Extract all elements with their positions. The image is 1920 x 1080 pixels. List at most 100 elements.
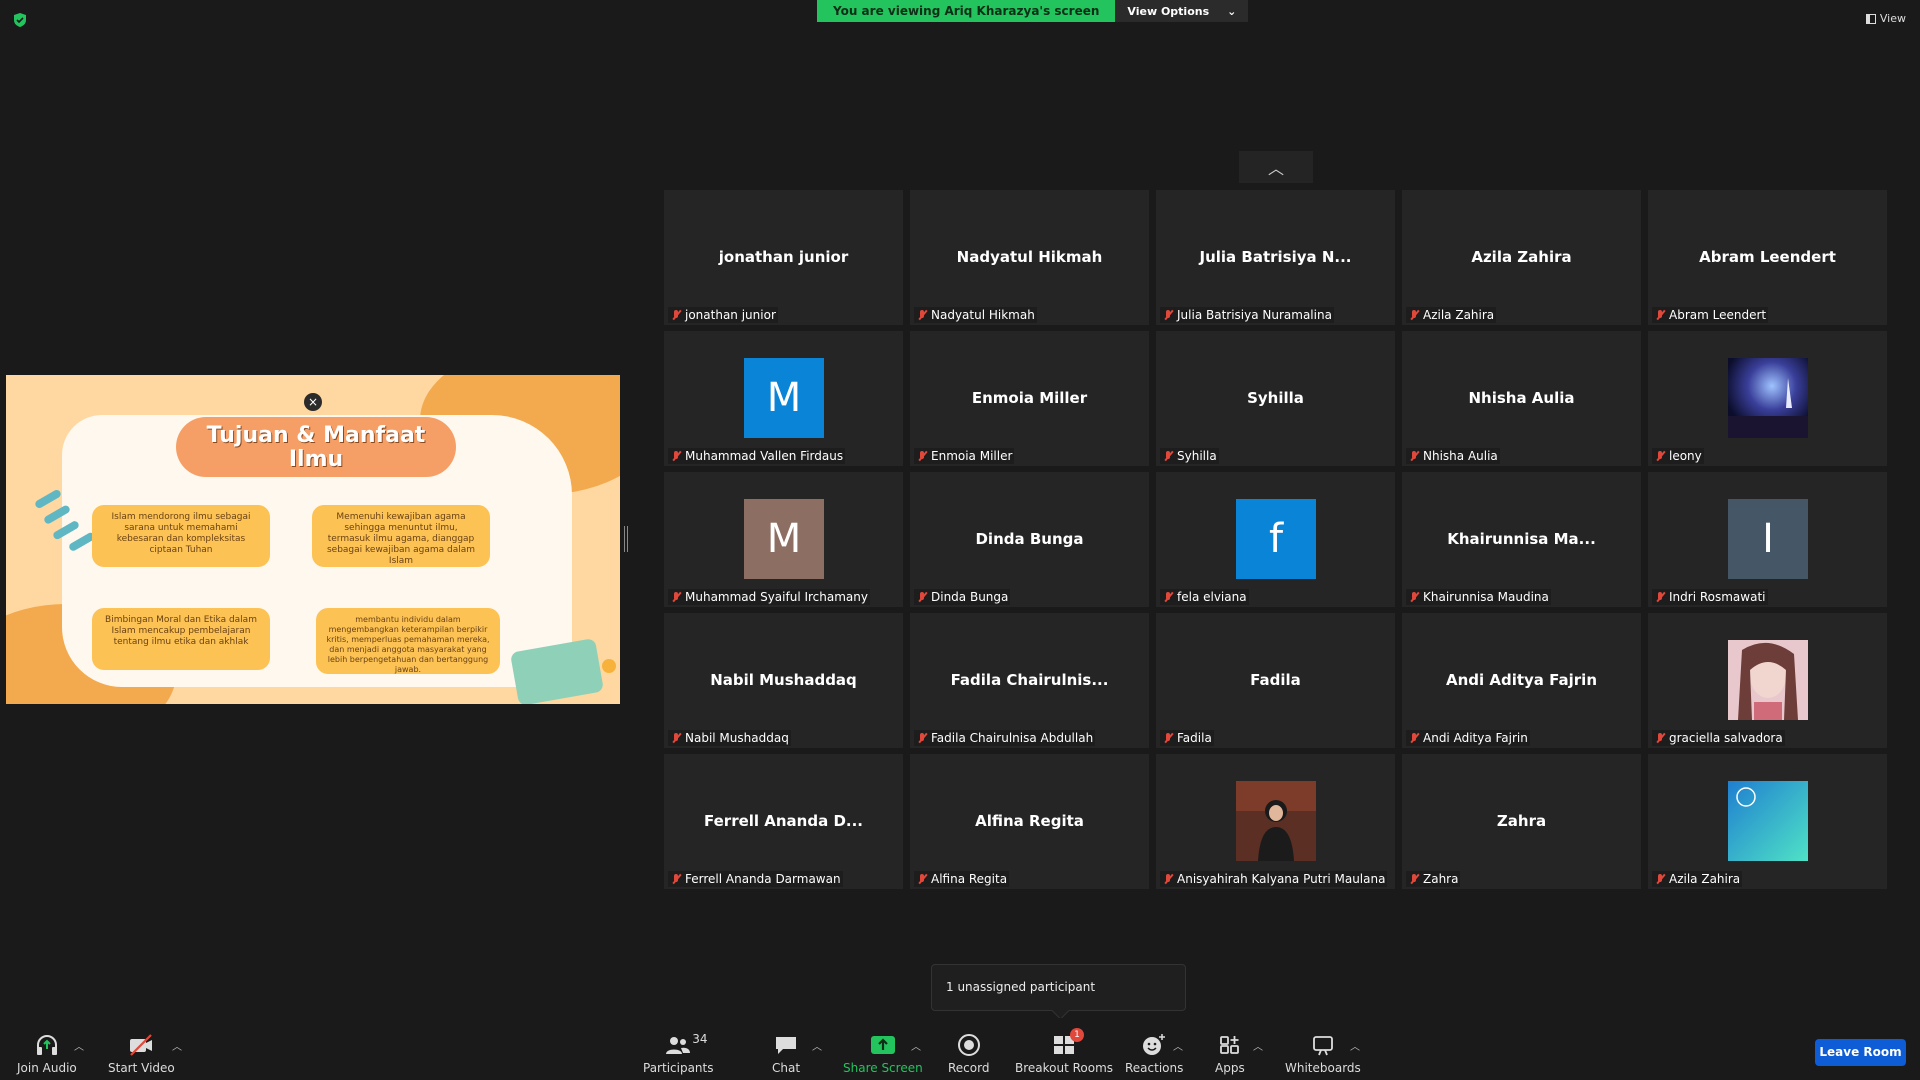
join-audio-label: Join Audio bbox=[17, 1061, 77, 1075]
mic-muted-icon bbox=[916, 873, 928, 885]
mic-muted-icon bbox=[1654, 732, 1666, 744]
participant-tile[interactable]: Ferrell Ananda D... Ferrell Ananda Darmaw… bbox=[664, 754, 903, 889]
participant-tile[interactable]: M Muhammad Syaiful Irchamany bbox=[664, 472, 903, 607]
participant-name-label: Dinda Bunga bbox=[914, 589, 1011, 605]
profile-photo bbox=[1728, 781, 1808, 861]
reactions-label: Reactions bbox=[1125, 1061, 1184, 1075]
whiteboards-label: Whiteboards bbox=[1285, 1061, 1361, 1075]
start-video-button[interactable]: Start Video bbox=[108, 1032, 175, 1075]
split-view-drag-handle[interactable] bbox=[624, 526, 628, 552]
participant-tile[interactable]: Fadila Chairulnis... Fadila Chairulnisa A… bbox=[910, 613, 1149, 748]
profile-photo bbox=[1728, 358, 1808, 438]
participant-tile[interactable]: Nadyatul Hikmah Nadyatul Hikmah bbox=[910, 190, 1149, 325]
participant-name-label: leony bbox=[1652, 448, 1704, 464]
participant-display-name: Azila Zahira bbox=[1471, 248, 1572, 266]
gallery-page-up-button[interactable]: ︿ bbox=[1239, 151, 1313, 183]
participant-tile[interactable]: I Indri Rosmawati bbox=[1648, 472, 1887, 607]
participant-tile[interactable]: leony bbox=[1648, 331, 1887, 466]
participant-name: jonathan junior bbox=[685, 308, 776, 322]
chat-options-caret-icon[interactable]: ︿ bbox=[812, 1038, 822, 1053]
avatar: M bbox=[744, 358, 824, 438]
mic-muted-icon bbox=[1408, 732, 1420, 744]
participant-tile[interactable]: M Muhammad Vallen Firdaus bbox=[664, 331, 903, 466]
participant-display-name: Khairunnisa Ma... bbox=[1447, 530, 1596, 548]
participant-name-label: Nadyatul Hikmah bbox=[914, 307, 1037, 323]
participant-name: fela elviana bbox=[1177, 590, 1247, 604]
participants-label: Participants bbox=[643, 1061, 714, 1075]
participant-name-label: Azila Zahira bbox=[1406, 307, 1497, 323]
participant-tile[interactable]: Nhisha Aulia Nhisha Aulia bbox=[1402, 331, 1641, 466]
participant-tile[interactable]: Alfina Regita Alfina Regita bbox=[910, 754, 1149, 889]
participant-tile[interactable]: Khairunnisa Ma... Khairunnisa Maudina bbox=[1402, 472, 1641, 607]
participant-name-label: Muhammad Vallen Firdaus bbox=[668, 448, 846, 464]
participant-tile[interactable]: jonathan junior jonathan junior bbox=[664, 190, 903, 325]
record-label: Record bbox=[948, 1061, 990, 1075]
headphones-icon bbox=[34, 1032, 60, 1058]
participant-tile[interactable]: graciella salvadora bbox=[1648, 613, 1887, 748]
participant-display-name: Andi Aditya Fajrin bbox=[1445, 671, 1598, 689]
share-options-caret-icon[interactable]: ︿ bbox=[911, 1038, 921, 1053]
security-shield-icon[interactable] bbox=[12, 12, 28, 28]
participant-tile[interactable]: Zahra Zahra bbox=[1402, 754, 1641, 889]
participant-tile[interactable]: Dinda Bunga Dinda Bunga bbox=[910, 472, 1149, 607]
participant-name: graciella salvadora bbox=[1669, 731, 1783, 745]
participant-name-label: fela elviana bbox=[1160, 589, 1249, 605]
unassigned-participant-tooltip[interactable]: 1 unassigned participant bbox=[931, 964, 1186, 1011]
mic-muted-icon bbox=[670, 732, 682, 744]
slide-card: membantu individu dalam mengembangkan ke… bbox=[316, 608, 500, 674]
apps-label: Apps bbox=[1215, 1061, 1245, 1075]
participant-name: Anisyahirah Kalyana Putri Maulana bbox=[1177, 872, 1386, 886]
participant-name: Zahra bbox=[1423, 872, 1459, 886]
view-options-label: View Options bbox=[1127, 4, 1210, 18]
participant-name-label: Alfina Regita bbox=[914, 871, 1010, 887]
participants-button[interactable]: 34 Participants bbox=[643, 1032, 714, 1075]
leave-room-button[interactable]: Leave Room bbox=[1815, 1039, 1906, 1066]
whiteboards-options-caret-icon[interactable]: ︿ bbox=[1350, 1038, 1360, 1053]
participant-name: Ferrell Ananda Darmawan bbox=[685, 872, 841, 886]
participant-name-label: Azila Zahira bbox=[1652, 871, 1743, 887]
mic-muted-icon bbox=[1162, 450, 1174, 462]
shared-screen[interactable]: × Tujuan & Manfaat Ilmu Islam mendorong … bbox=[6, 375, 620, 704]
participant-tile[interactable]: Anisyahirah Kalyana Putri Maulana bbox=[1156, 754, 1395, 889]
participant-tile[interactable]: Enmoia Miller Enmoia Miller bbox=[910, 331, 1149, 466]
participant-tile[interactable]: Nabil Mushaddaq Nabil Mushaddaq bbox=[664, 613, 903, 748]
join-audio-button[interactable]: Join Audio bbox=[17, 1032, 77, 1075]
participant-tile[interactable]: f fela elviana bbox=[1156, 472, 1395, 607]
slide-card: Memenuhi kewajiban agama sehingga menunt… bbox=[312, 505, 490, 567]
view-label: View bbox=[1879, 12, 1906, 25]
view-button[interactable]: View bbox=[1865, 12, 1906, 25]
participant-display-name: Julia Batrisiya N... bbox=[1199, 248, 1352, 266]
participant-tile[interactable]: Julia Batrisiya N... Julia Batrisiya Nura… bbox=[1156, 190, 1395, 325]
participant-name-label: jonathan junior bbox=[668, 307, 778, 323]
participant-tile[interactable]: Azila Zahira Azila Zahira bbox=[1402, 190, 1641, 325]
apps-button[interactable]: Apps bbox=[1215, 1032, 1245, 1075]
participant-tile[interactable]: Andi Aditya Fajrin Andi Aditya Fajrin bbox=[1402, 613, 1641, 748]
breakout-rooms-button[interactable]: 1 Breakout Rooms bbox=[1015, 1028, 1113, 1075]
breakout-rooms-icon: 1 bbox=[1052, 1028, 1085, 1058]
video-options-caret-icon[interactable]: ︿ bbox=[172, 1038, 182, 1053]
participant-tile[interactable]: Syhilla Syhilla bbox=[1156, 331, 1395, 466]
avatar: f bbox=[1236, 499, 1316, 579]
participant-name-label: Nhisha Aulia bbox=[1406, 448, 1500, 464]
participant-display-name: Ferrell Ananda D... bbox=[703, 812, 863, 830]
participant-tile[interactable]: Azila Zahira bbox=[1648, 754, 1887, 889]
audio-options-caret-icon[interactable]: ︿ bbox=[74, 1038, 84, 1053]
chat-button[interactable]: Chat bbox=[772, 1032, 800, 1075]
participant-display-name: Nadyatul Hikmah bbox=[956, 248, 1103, 266]
participant-tile[interactable]: Fadila Fadila bbox=[1156, 613, 1395, 748]
smiley-icon bbox=[602, 659, 616, 673]
participant-name: Nhisha Aulia bbox=[1423, 449, 1498, 463]
chat-icon bbox=[774, 1032, 798, 1058]
mic-muted-icon bbox=[916, 309, 928, 321]
participant-name: Indri Rosmawati bbox=[1669, 590, 1766, 604]
participant-tile[interactable]: Abram Leendert Abram Leendert bbox=[1648, 190, 1887, 325]
participant-name: Syhilla bbox=[1177, 449, 1217, 463]
participant-name: Nadyatul Hikmah bbox=[931, 308, 1035, 322]
close-icon[interactable]: × bbox=[304, 393, 322, 411]
participant-name-label: Enmoia Miller bbox=[914, 448, 1015, 464]
apps-options-caret-icon[interactable]: ︿ bbox=[1253, 1038, 1263, 1053]
record-button[interactable]: Record bbox=[948, 1032, 989, 1075]
participant-name-label: Fadila Chairulnisa Abdullah bbox=[914, 730, 1096, 746]
view-options-button[interactable]: View Options ⌄ bbox=[1115, 0, 1249, 22]
reactions-options-caret-icon[interactable]: ︿ bbox=[1173, 1038, 1183, 1053]
